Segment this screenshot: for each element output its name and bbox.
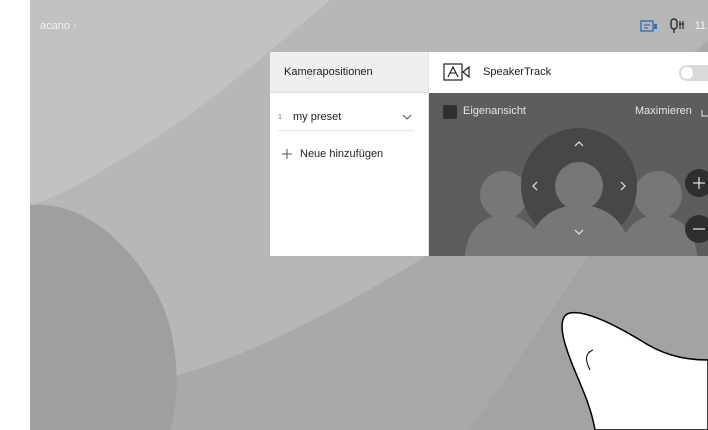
pan-up-arrow[interactable] bbox=[568, 133, 590, 155]
chevron-down-icon[interactable] bbox=[400, 110, 414, 124]
status-bar: 11 bbox=[639, 17, 708, 35]
speakertrack-row: SpeakerTrack bbox=[429, 52, 708, 94]
speakertrack-label: SpeakerTrack bbox=[483, 66, 552, 78]
camera-control-column: SpeakerTrack Eigenansicht Maximieren bbox=[429, 52, 708, 256]
pan-left-arrow[interactable] bbox=[524, 175, 546, 197]
pan-down-arrow[interactable] bbox=[568, 221, 590, 243]
brand-text: acano bbox=[40, 20, 70, 32]
add-preset-button[interactable]: Neue hinzufügen bbox=[282, 148, 383, 160]
camera-panel: Kamerapositionen 1 my preset Neue hinzuf… bbox=[270, 52, 708, 256]
clock: 11 bbox=[694, 20, 706, 32]
chevron-right-icon: › bbox=[73, 20, 77, 32]
speakertrack-toggle[interactable] bbox=[679, 65, 708, 81]
preset-item[interactable]: 1 my preset bbox=[278, 104, 414, 131]
selfview-label: Eigenansicht bbox=[463, 105, 526, 117]
microphone-icon[interactable] bbox=[667, 18, 687, 34]
preset-number: 1 bbox=[278, 113, 282, 121]
zoom-out-button[interactable] bbox=[685, 215, 707, 237]
pointing-hand bbox=[561, 311, 708, 430]
toggle-knob bbox=[681, 67, 693, 79]
add-preset-label: Neue hinzufügen bbox=[300, 148, 384, 160]
plus-icon bbox=[282, 149, 292, 159]
maximize-button[interactable]: Maximieren bbox=[635, 105, 692, 117]
camera-presets-column: Kamerapositionen 1 my preset Neue hinzuf… bbox=[270, 52, 429, 256]
screen-share-icon[interactable] bbox=[639, 18, 659, 34]
maximize-icon[interactable] bbox=[701, 107, 708, 117]
selfview-checkbox[interactable] bbox=[443, 105, 457, 119]
camera-view: Eigenansicht Maximieren bbox=[429, 93, 708, 256]
zoom-in-button[interactable] bbox=[685, 169, 707, 191]
speakertrack-icon bbox=[443, 63, 470, 81]
presets-header: Kamerapositionen bbox=[270, 52, 428, 93]
brand-label: acano › bbox=[40, 20, 77, 32]
pan-right-arrow[interactable] bbox=[612, 175, 634, 197]
preset-label: my preset bbox=[293, 111, 342, 123]
